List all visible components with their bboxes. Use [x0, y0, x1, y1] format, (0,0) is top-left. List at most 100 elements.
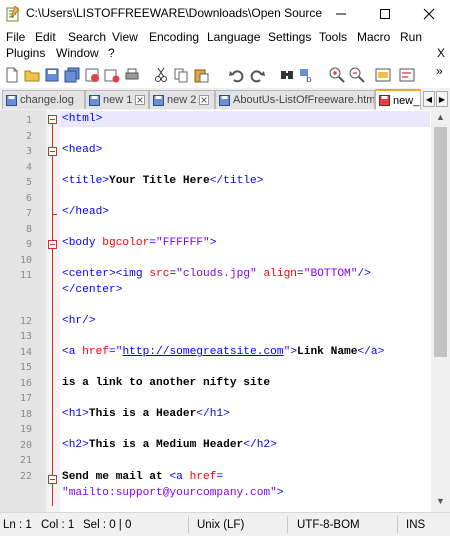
triangle-right-icon: ▶ — [438, 94, 446, 104]
close-tab-icon[interactable] — [135, 95, 146, 105]
tab-new-1[interactable]: new 1 — [85, 90, 149, 109]
paste-icon[interactable] — [193, 67, 209, 83]
menu-run[interactable]: Run — [400, 30, 422, 44]
menu-settings[interactable]: Settings — [268, 30, 311, 44]
tab-label: AboutUs-ListOfFreeware.html — [233, 94, 375, 106]
menu-view[interactable]: View — [112, 30, 138, 44]
code-token: This is a Header — [88, 408, 197, 420]
tab-scroll-left-button[interactable]: ◀ — [423, 91, 435, 107]
line-number: 15 — [19, 362, 32, 373]
code-token: <body — [62, 237, 96, 249]
code-token: This is a Medium Header — [88, 439, 244, 451]
menu-edit[interactable]: Edit — [35, 30, 56, 44]
code-line: <h1>This is a Header</h1> — [62, 408, 230, 420]
code-line: <hr/> — [62, 315, 96, 327]
open-file-icon[interactable] — [24, 67, 40, 83]
tab-scroll-right-button[interactable]: ▶ — [436, 91, 448, 107]
fold-toggle-line-23[interactable] — [48, 475, 57, 484]
copy-icon[interactable] — [173, 67, 189, 83]
new-file-icon[interactable] — [4, 67, 20, 83]
status-insert-mode[interactable]: INS — [406, 519, 425, 531]
code-token: Link Name — [297, 346, 358, 358]
zoom-out-icon[interactable] — [349, 67, 365, 83]
code-token: <head> — [62, 144, 103, 156]
save-all-icon[interactable] — [64, 67, 80, 83]
line-number: 1 — [25, 115, 32, 126]
toolbar: b » — [0, 62, 450, 89]
title-bar: C:\Users\LISTOFFREEWARE\Downloads\Open S… — [0, 0, 450, 28]
code-line: <h2>This is a Medium Header</h2> — [62, 439, 277, 451]
line-number: 13 — [19, 331, 32, 342]
code-line: <title>Your Title Here</title> — [62, 175, 263, 187]
editor-area[interactable]: 1 2 3 4 5 6 7 8 9 10 11 12 13 14 15 16 1… — [0, 110, 450, 512]
status-line: Ln : 1 — [3, 519, 32, 531]
scrollbar-thumb[interactable] — [434, 127, 447, 357]
code-token: align — [256, 268, 298, 280]
maximize-button[interactable] — [364, 0, 406, 28]
zoom-in-icon[interactable] — [329, 67, 345, 83]
fold-toggle-body[interactable] — [48, 240, 57, 249]
toolbar-overflow-button[interactable]: » — [436, 64, 443, 78]
line-number: 20 — [19, 440, 32, 451]
menu-encoding[interactable]: Encoding — [149, 30, 199, 44]
close-document-button[interactable]: X — [437, 46, 445, 60]
menu-tools[interactable]: Tools — [319, 30, 347, 44]
triangle-left-icon: ◀ — [425, 94, 433, 104]
status-eol[interactable]: Unix (LF) — [197, 519, 244, 531]
menu-language[interactable]: Language — [207, 30, 260, 44]
fold-toggle-head[interactable] — [48, 147, 57, 156]
menu-file[interactable]: File — [6, 30, 25, 44]
code-line: <center><img src="clouds.jpg" align="BOT… — [62, 268, 371, 280]
tab-new-2[interactable]: new 2 — [149, 90, 215, 109]
code-token: Send me mail at — [62, 471, 170, 483]
menu-macro[interactable]: Macro — [357, 30, 390, 44]
menu-plugins[interactable]: Plugins — [6, 46, 45, 60]
close-all-icon[interactable] — [104, 67, 120, 83]
close-file-icon[interactable] — [84, 67, 100, 83]
code-token: </center> — [62, 284, 123, 296]
cut-icon[interactable] — [153, 67, 169, 83]
scroll-up-button[interactable]: ▲ — [434, 112, 447, 127]
print-icon[interactable] — [124, 67, 140, 83]
tab-label: new 1 — [103, 94, 133, 106]
code-token: "BOTTOM" — [303, 268, 358, 280]
menu-search[interactable]: Search — [68, 30, 106, 44]
word-wrap-icon[interactable] — [399, 67, 415, 83]
hyperlink[interactable]: http://somegreatsite.com — [122, 346, 283, 358]
status-encoding[interactable]: UTF-8-BOM — [297, 519, 360, 531]
find-icon[interactable] — [279, 67, 295, 83]
code-line: Send me mail at <a href= — [62, 471, 223, 483]
close-button[interactable] — [408, 0, 450, 28]
save-icon[interactable] — [44, 67, 60, 83]
close-tab-icon[interactable] — [199, 95, 210, 105]
status-divider — [287, 516, 288, 533]
tab-aboutus-listoffreeware[interactable]: AboutUs-ListOfFreeware.html — [215, 90, 375, 109]
code-line: "mailto:support@yourcompany.com"> — [62, 487, 284, 499]
redo-icon[interactable] — [249, 67, 265, 83]
code-token: </title> — [209, 175, 264, 187]
menu-help[interactable]: ? — [108, 46, 115, 60]
code-line: <head> — [62, 144, 102, 156]
scroll-down-button[interactable]: ▼ — [434, 496, 447, 511]
minimize-button[interactable] — [320, 0, 362, 28]
chevron-down-icon: ▼ — [436, 496, 445, 506]
status-divider — [397, 516, 398, 533]
sync-scroll-icon[interactable] — [375, 67, 391, 83]
fold-toggle-html[interactable] — [48, 115, 57, 124]
line-number: 19 — [19, 424, 32, 435]
code-token: > — [209, 237, 217, 249]
line-number: 7 — [25, 208, 32, 219]
line-number: 12 — [19, 316, 32, 327]
menu-window[interactable]: Window — [56, 46, 99, 60]
replace-icon[interactable]: b — [299, 67, 315, 83]
code-token: <hr/> — [62, 315, 96, 327]
code-token: bgcolor — [95, 237, 150, 249]
line-number: 18 — [19, 409, 32, 420]
status-bar: Ln : 1 Col : 1 Sel : 0 | 0 Unix (LF) UTF… — [0, 512, 450, 536]
chevron-up-icon: ▲ — [436, 112, 445, 122]
tab-new-active[interactable]: new_ — [375, 89, 421, 110]
undo-icon[interactable] — [229, 67, 245, 83]
tab-label: change.log — [20, 94, 74, 106]
tab-change-log[interactable]: change.log — [2, 90, 85, 109]
code-token: "mailto:support@yourcompany.com" — [62, 487, 277, 499]
